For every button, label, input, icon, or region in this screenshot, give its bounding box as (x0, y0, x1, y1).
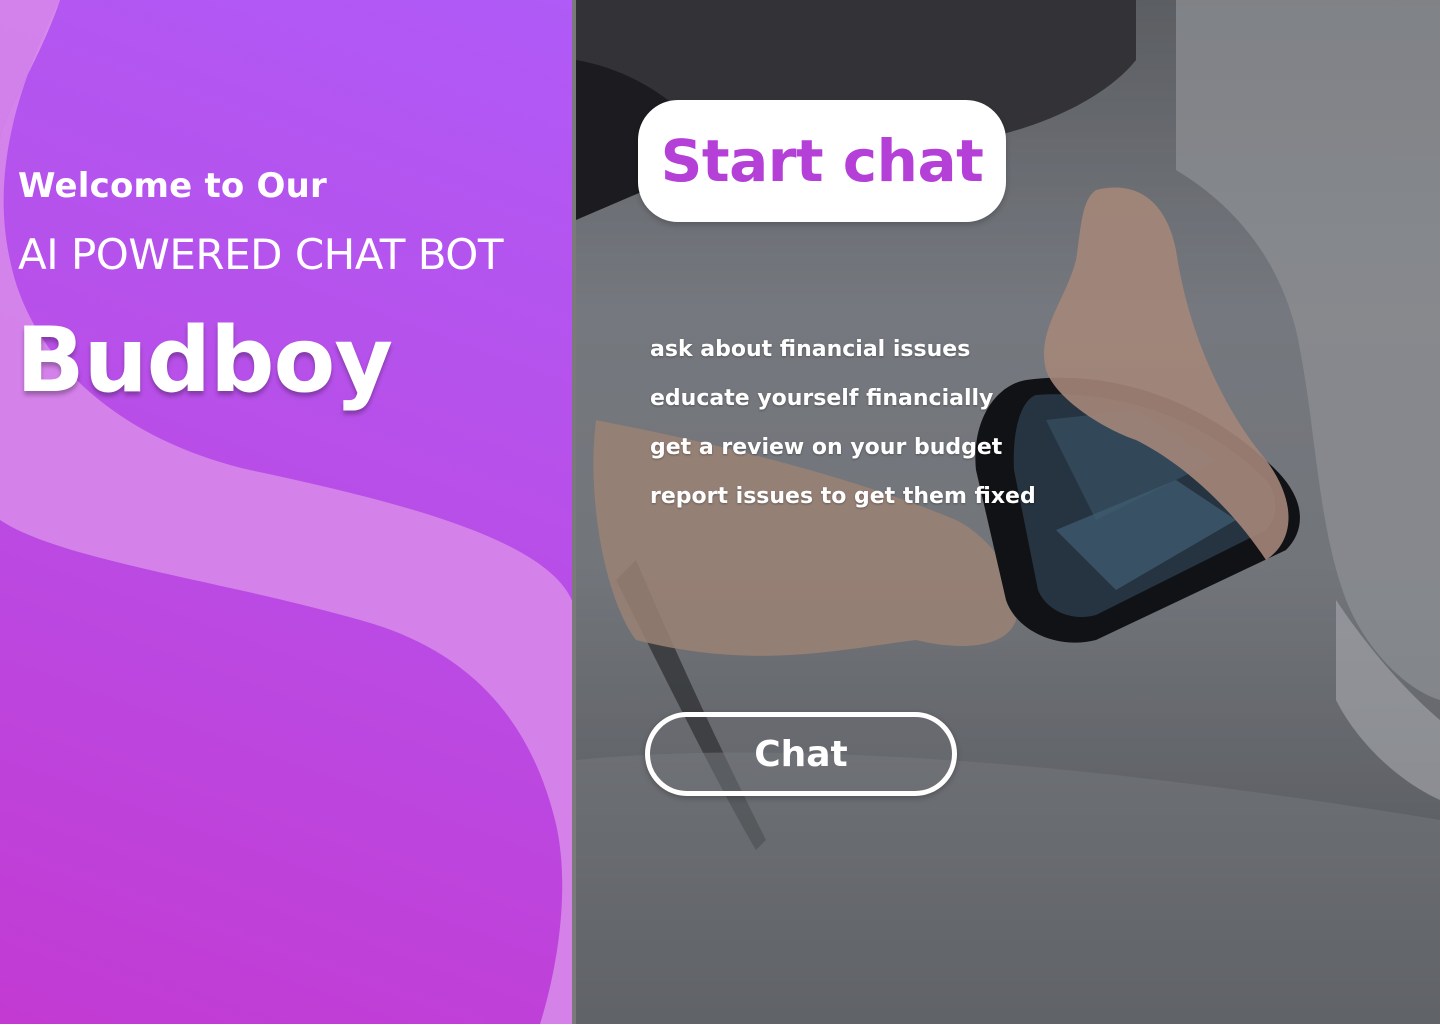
feature-list: ask about financial issues educate yours… (650, 334, 1036, 530)
feature-item: report issues to get them fixed (650, 484, 1036, 509)
chat-button[interactable]: Chat (645, 712, 957, 796)
start-chat-button[interactable]: Start chat (638, 100, 1006, 222)
welcome-heading: Welcome to Our (18, 166, 327, 206)
brand-name: Budboy (16, 308, 393, 413)
feature-item: ask about financial issues (650, 337, 971, 362)
feature-item: get a review on your budget (650, 435, 1003, 460)
hero-panel: Welcome to Our AI POWERED CHAT BOT Budbo… (0, 0, 575, 1024)
product-subtitle: AI POWERED CHAT BOT (18, 230, 504, 279)
decorative-wave (0, 0, 575, 1024)
landing-page: Welcome to Our AI POWERED CHAT BOT Budbo… (0, 0, 1440, 1024)
feature-item: educate yourself financially (650, 386, 994, 411)
